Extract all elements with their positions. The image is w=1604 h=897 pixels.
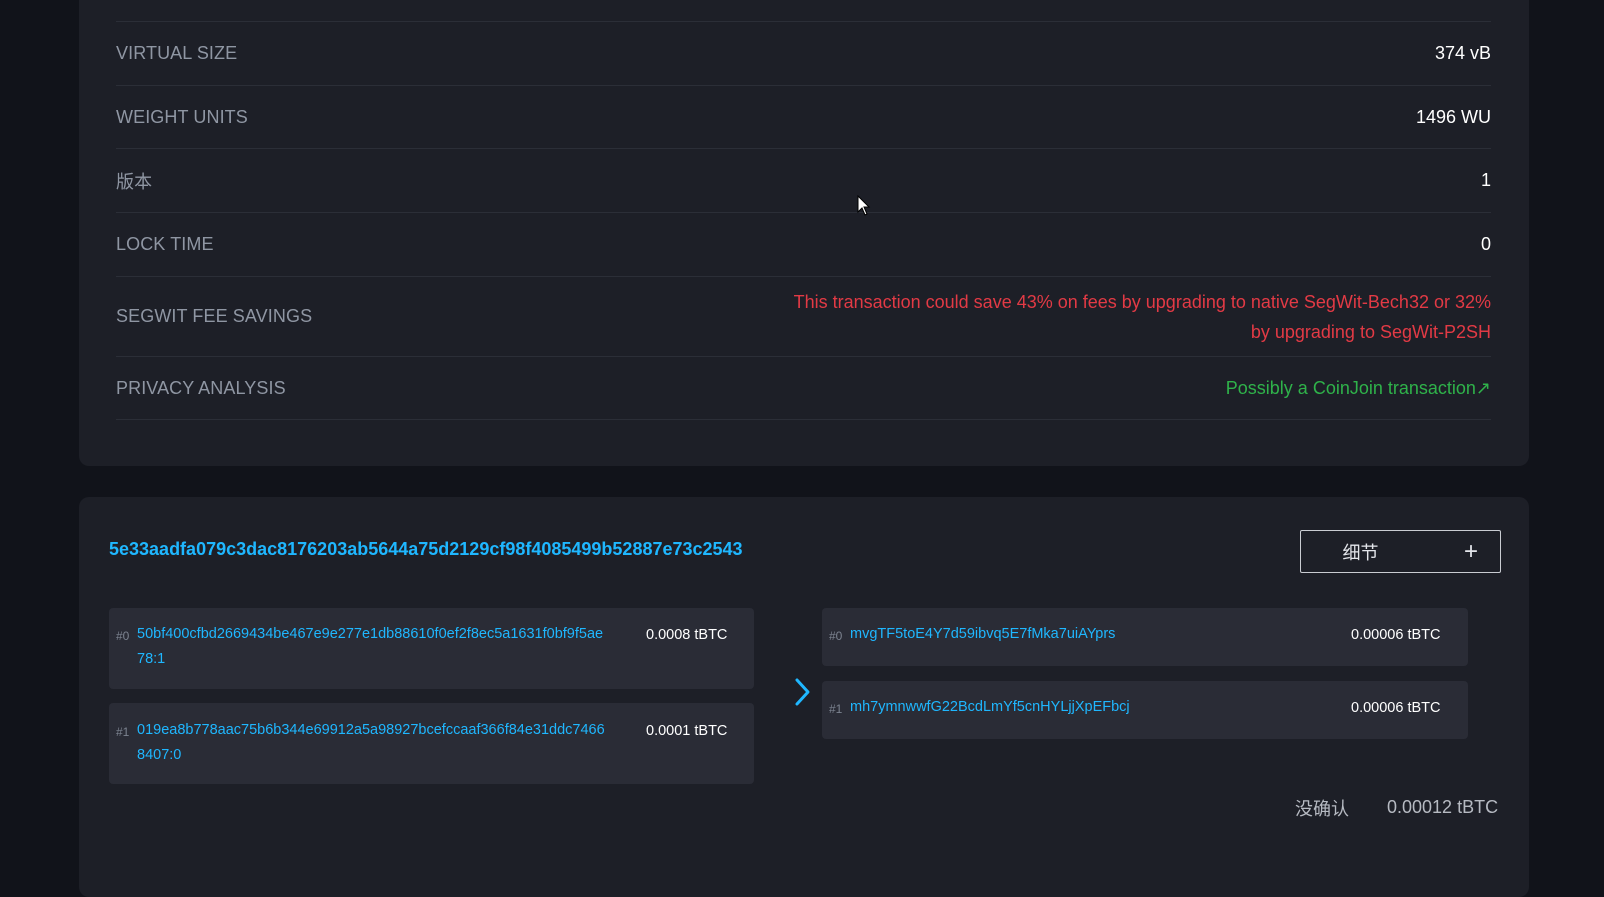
coinjoin-analysis-link[interactable]: Possibly a CoinJoin transaction↗ [1226, 378, 1491, 399]
segwit-fee-savings-label: SEGWIT FEE SAVINGS [116, 306, 313, 326]
version-label: 版本 [116, 171, 153, 192]
transaction-details-card: VIRTUAL SIZE 374 vB WEIGHT UNITS 1496 WU… [79, 0, 1529, 466]
input-index: #1 [116, 725, 130, 739]
lock-time-label: LOCK TIME [116, 234, 214, 254]
virtual-size-label: VIRTUAL SIZE [116, 43, 238, 63]
transaction-hash-link[interactable]: 5e33aadfa079c3dac8176203ab5644a75d2129cf… [109, 539, 743, 560]
segwit-fee-savings-warning: This transaction could save 43% on fees … [793, 291, 1491, 342]
output-amount: 0.00006 tBTC [1351, 700, 1441, 716]
output-index: #1 [829, 702, 843, 716]
input-amount: 0.0008 tBTC [646, 627, 728, 643]
details-toggle-button[interactable]: 细节 + [1300, 530, 1501, 573]
weight-units-value: 1496 WU [1415, 106, 1491, 127]
input-item: #0 50bf400cfbd2669434be467e9e277e1db8861… [109, 608, 754, 689]
output-item: #1 mh7ymnwwfG22BcdLmYf5cnHYLjjXpEFbcj 0.… [822, 681, 1468, 739]
details-row-weight-units: WEIGHT UNITS 1496 WU [116, 86, 1491, 149]
transaction-total: 0.00012 tBTC [1387, 797, 1499, 817]
details-button-label: 细节 [1342, 542, 1379, 563]
virtual-size-value: 374 vB [1434, 43, 1491, 63]
output-index: #0 [829, 629, 843, 643]
input-address-link[interactable]: 50bf400cfbd2669434be467e9e277e1db88610f0… [137, 622, 607, 672]
output-address-link[interactable]: mvgTF5toE4Y7d59ibvq5E7fMka7uiAYprs [850, 622, 1115, 647]
input-item: #1 019ea8b778aac75b6b344e69912a5a98927bc… [109, 703, 754, 784]
output-address-link[interactable]: mh7ymnwwfG22BcdLmYf5cnHYLjjXpEFbcj [850, 695, 1130, 720]
weight-units-label: WEIGHT UNITS [116, 106, 248, 127]
version-value: 1 [1480, 170, 1491, 190]
output-item: #0 mvgTF5toE4Y7d59ibvq5E7fMka7uiAYprs 0.… [822, 608, 1468, 666]
input-amount: 0.0001 tBTC [646, 723, 728, 739]
plus-icon: + [1463, 538, 1478, 565]
details-row-lock-time: LOCK TIME 0 [116, 213, 1491, 277]
details-row-segwit-fee-savings: SEGWIT FEE SAVINGS This transaction coul… [116, 277, 1491, 357]
input-index: #0 [116, 629, 130, 643]
confirmation-status: 没确认 [1295, 799, 1349, 819]
input-address-link[interactable]: 019ea8b778aac75b6b344e69912a5a98927bcefc… [137, 718, 607, 768]
details-row-privacy-analysis: PRIVACY ANALYSIS Possibly a CoinJoin tra… [116, 357, 1491, 420]
mouse-cursor-icon [857, 195, 871, 216]
lock-time-value: 0 [1480, 234, 1491, 254]
chevron-right-icon [795, 678, 810, 706]
transaction-io-card: 5e33aadfa079c3dac8176203ab5644a75d2129cf… [79, 497, 1529, 897]
details-row-virtual-size: VIRTUAL SIZE 374 vB [116, 22, 1491, 86]
details-row-top-divider [116, 0, 1491, 22]
details-row-version: 版本 1 [116, 149, 1491, 213]
output-amount: 0.00006 tBTC [1351, 627, 1441, 643]
privacy-analysis-label: PRIVACY ANALYSIS [116, 377, 286, 398]
